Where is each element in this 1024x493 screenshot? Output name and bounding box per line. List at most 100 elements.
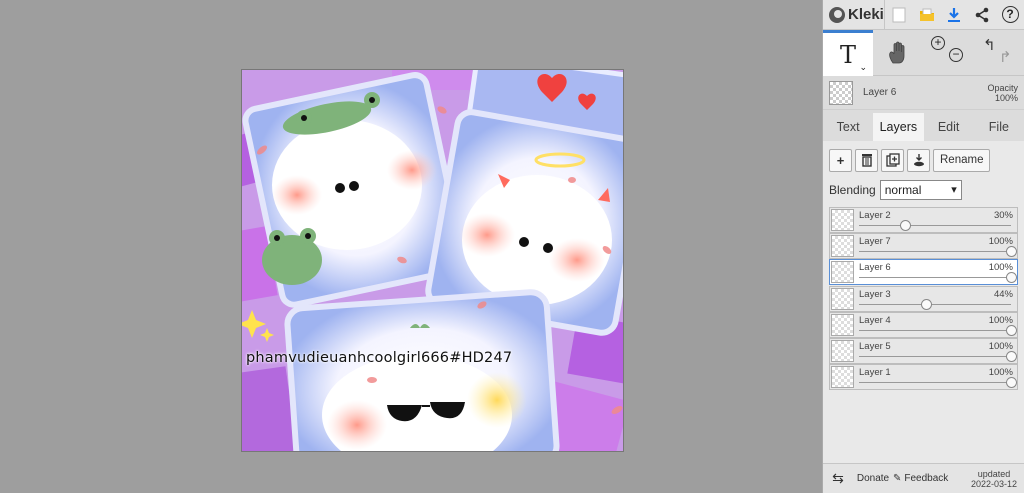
duplicate-icon [885, 153, 900, 167]
current-layer-thumbnail [829, 80, 853, 105]
artwork-image [242, 70, 623, 451]
layer-thumbnail [831, 366, 854, 389]
drawing-canvas[interactable] [241, 69, 624, 452]
blending-row: Blending normal [829, 179, 1018, 201]
opacity-label: Opacity [987, 82, 1018, 93]
add-layer-button[interactable]: + [829, 148, 852, 172]
layer-opacity-slider-track[interactable] [859, 329, 1011, 331]
kleki-logo-icon [829, 6, 845, 23]
tab-layers[interactable]: Layers [873, 113, 924, 141]
chevron-down-icon[interactable]: ⌄ [859, 62, 867, 73]
rename-layer-button[interactable]: Rename [933, 148, 991, 172]
undo-icon[interactable]: ↰ [983, 36, 996, 54]
layer-thumbnail [831, 261, 854, 284]
feedback-label: Feedback [904, 473, 949, 484]
help-glyph: ? [1001, 6, 1019, 23]
help-icon[interactable]: ? [996, 0, 1024, 30]
layer-thumbnail [831, 209, 854, 231]
layer-opacity-value: 100% [988, 314, 1013, 326]
layer-item[interactable]: Layer 1 100% [829, 364, 1018, 391]
canvas-workspace[interactable]: phamvudieuanhcoolgirl666#HD247 [0, 0, 822, 493]
layer-opacity-slider-handle[interactable] [1006, 377, 1017, 389]
donate-link[interactable]: Donate [853, 473, 893, 484]
tab-file[interactable]: File [974, 113, 1024, 141]
duplicate-layer-button[interactable] [881, 148, 904, 172]
current-layer-opacity: Opacity 100% [987, 83, 1018, 103]
current-layer-info: Layer 6 Opacity 100% [823, 76, 1024, 110]
layer-opacity-slider-track[interactable] [859, 382, 1011, 384]
layer-opacity-slider-track[interactable] [859, 355, 1011, 357]
layer-name: Layer 7 [859, 236, 891, 248]
feedback-link[interactable]: ✎ Feedback [893, 473, 963, 484]
layer-opacity-slider-track[interactable] [859, 225, 1011, 226]
current-layer-name: Layer 6 [863, 87, 897, 98]
feedback-icon: ✎ [893, 473, 902, 484]
layer-actions: + Rename [829, 147, 1018, 173]
layer-item[interactable]: Layer 6 100% [829, 259, 1018, 286]
new-file-icon[interactable] [885, 0, 913, 30]
delete-layer-button[interactable] [855, 148, 878, 172]
app-title: Kleki [848, 6, 884, 23]
layer-opacity-slider-handle[interactable] [1006, 246, 1017, 258]
layer-thumbnail [831, 287, 854, 310]
layer-item[interactable]: Layer 4 100% [829, 311, 1018, 338]
tab-text[interactable]: Text [823, 113, 873, 141]
bottom-bar: ⇆ Donate ✎ Feedback updated 2022-03-12 [823, 463, 1024, 493]
updated-label: updated [977, 468, 1011, 479]
tool-panel: Kleki ? T ⌄ + − ↰ ↱ Layer 6 Opacity 100%… [822, 0, 1024, 493]
layer-name: Layer 1 [859, 367, 891, 379]
layer-opacity-slider-track[interactable] [859, 303, 1011, 305]
layer-opacity-slider-handle[interactable] [899, 220, 911, 231]
layer-thumbnail [831, 235, 854, 258]
hand-icon [889, 41, 905, 64]
zoom-in-icon[interactable]: + [931, 36, 945, 50]
layer-name: Layer 4 [859, 314, 891, 326]
opacity-value: 100% [994, 92, 1018, 103]
open-folder-icon[interactable] [913, 0, 941, 30]
undo-redo-controls: ↰ ↱ [973, 30, 1023, 76]
plus-icon: + [836, 152, 845, 168]
tab-edit[interactable]: Edit [924, 113, 974, 141]
top-toolbar: Kleki ? [823, 0, 1024, 30]
merge-down-icon [913, 154, 924, 167]
text-tool-icon: T [839, 40, 856, 69]
layer-list: Layer 2 30% Layer 7 100% Layer 6 100% Layer 34… [829, 207, 1018, 391]
panel-tabs: Text Layers Edit File [823, 113, 1024, 141]
tool-row: T ⌄ + − ↰ ↱ [823, 30, 1024, 76]
layer-opacity-value: 44% [993, 288, 1013, 300]
updated-date: 2022-03-12 [970, 478, 1018, 489]
layer-name: Layer 3 [859, 288, 891, 300]
layer-name: Layer 2 [859, 210, 891, 221]
layer-item[interactable]: Layer 5 100% [829, 337, 1018, 364]
share-icon[interactable] [968, 0, 996, 30]
download-icon[interactable] [941, 0, 969, 30]
merge-layer-button[interactable] [907, 148, 930, 172]
layer-opacity-slider-handle[interactable] [1006, 272, 1017, 284]
layer-item[interactable]: Layer 7 100% [829, 233, 1018, 260]
zoom-controls: + − [923, 30, 973, 76]
redo-icon[interactable]: ↱ [999, 48, 1012, 66]
layer-name: Layer 5 [859, 340, 891, 352]
layer-item[interactable]: Layer 3 44% [829, 285, 1018, 312]
layer-opacity-value: 30% [993, 210, 1013, 221]
swap-panel-side-icon[interactable]: ⇆ [823, 470, 853, 487]
layer-opacity-slider-handle[interactable] [1006, 350, 1017, 362]
canvas-text-layer: phamvudieuanhcoolgirl666#HD247 [246, 350, 513, 366]
layer-opacity-slider-handle[interactable] [920, 298, 932, 310]
layer-thumbnail [831, 313, 854, 336]
blending-select[interactable]: normal [879, 180, 962, 200]
layer-item[interactable]: Layer 2 30% [829, 207, 1018, 233]
layer-opacity-slider-track[interactable] [859, 277, 1011, 279]
zoom-out-icon[interactable]: − [949, 48, 963, 62]
kleki-logo[interactable]: Kleki [823, 0, 885, 30]
blending-label: Blending [829, 183, 876, 197]
hand-tool-button[interactable] [873, 30, 923, 76]
layer-opacity-slider-handle[interactable] [1006, 324, 1017, 336]
updated-info[interactable]: updated 2022-03-12 [963, 469, 1024, 489]
trash-icon [861, 154, 872, 167]
layer-thumbnail [831, 339, 854, 362]
text-tool-button[interactable]: T ⌄ [823, 30, 873, 76]
layer-opacity-slider-track[interactable] [859, 251, 1011, 253]
layer-name: Layer 6 [859, 262, 891, 274]
layers-tab-content: + Rename Blending normal Layer 230%Layer… [823, 141, 1024, 489]
